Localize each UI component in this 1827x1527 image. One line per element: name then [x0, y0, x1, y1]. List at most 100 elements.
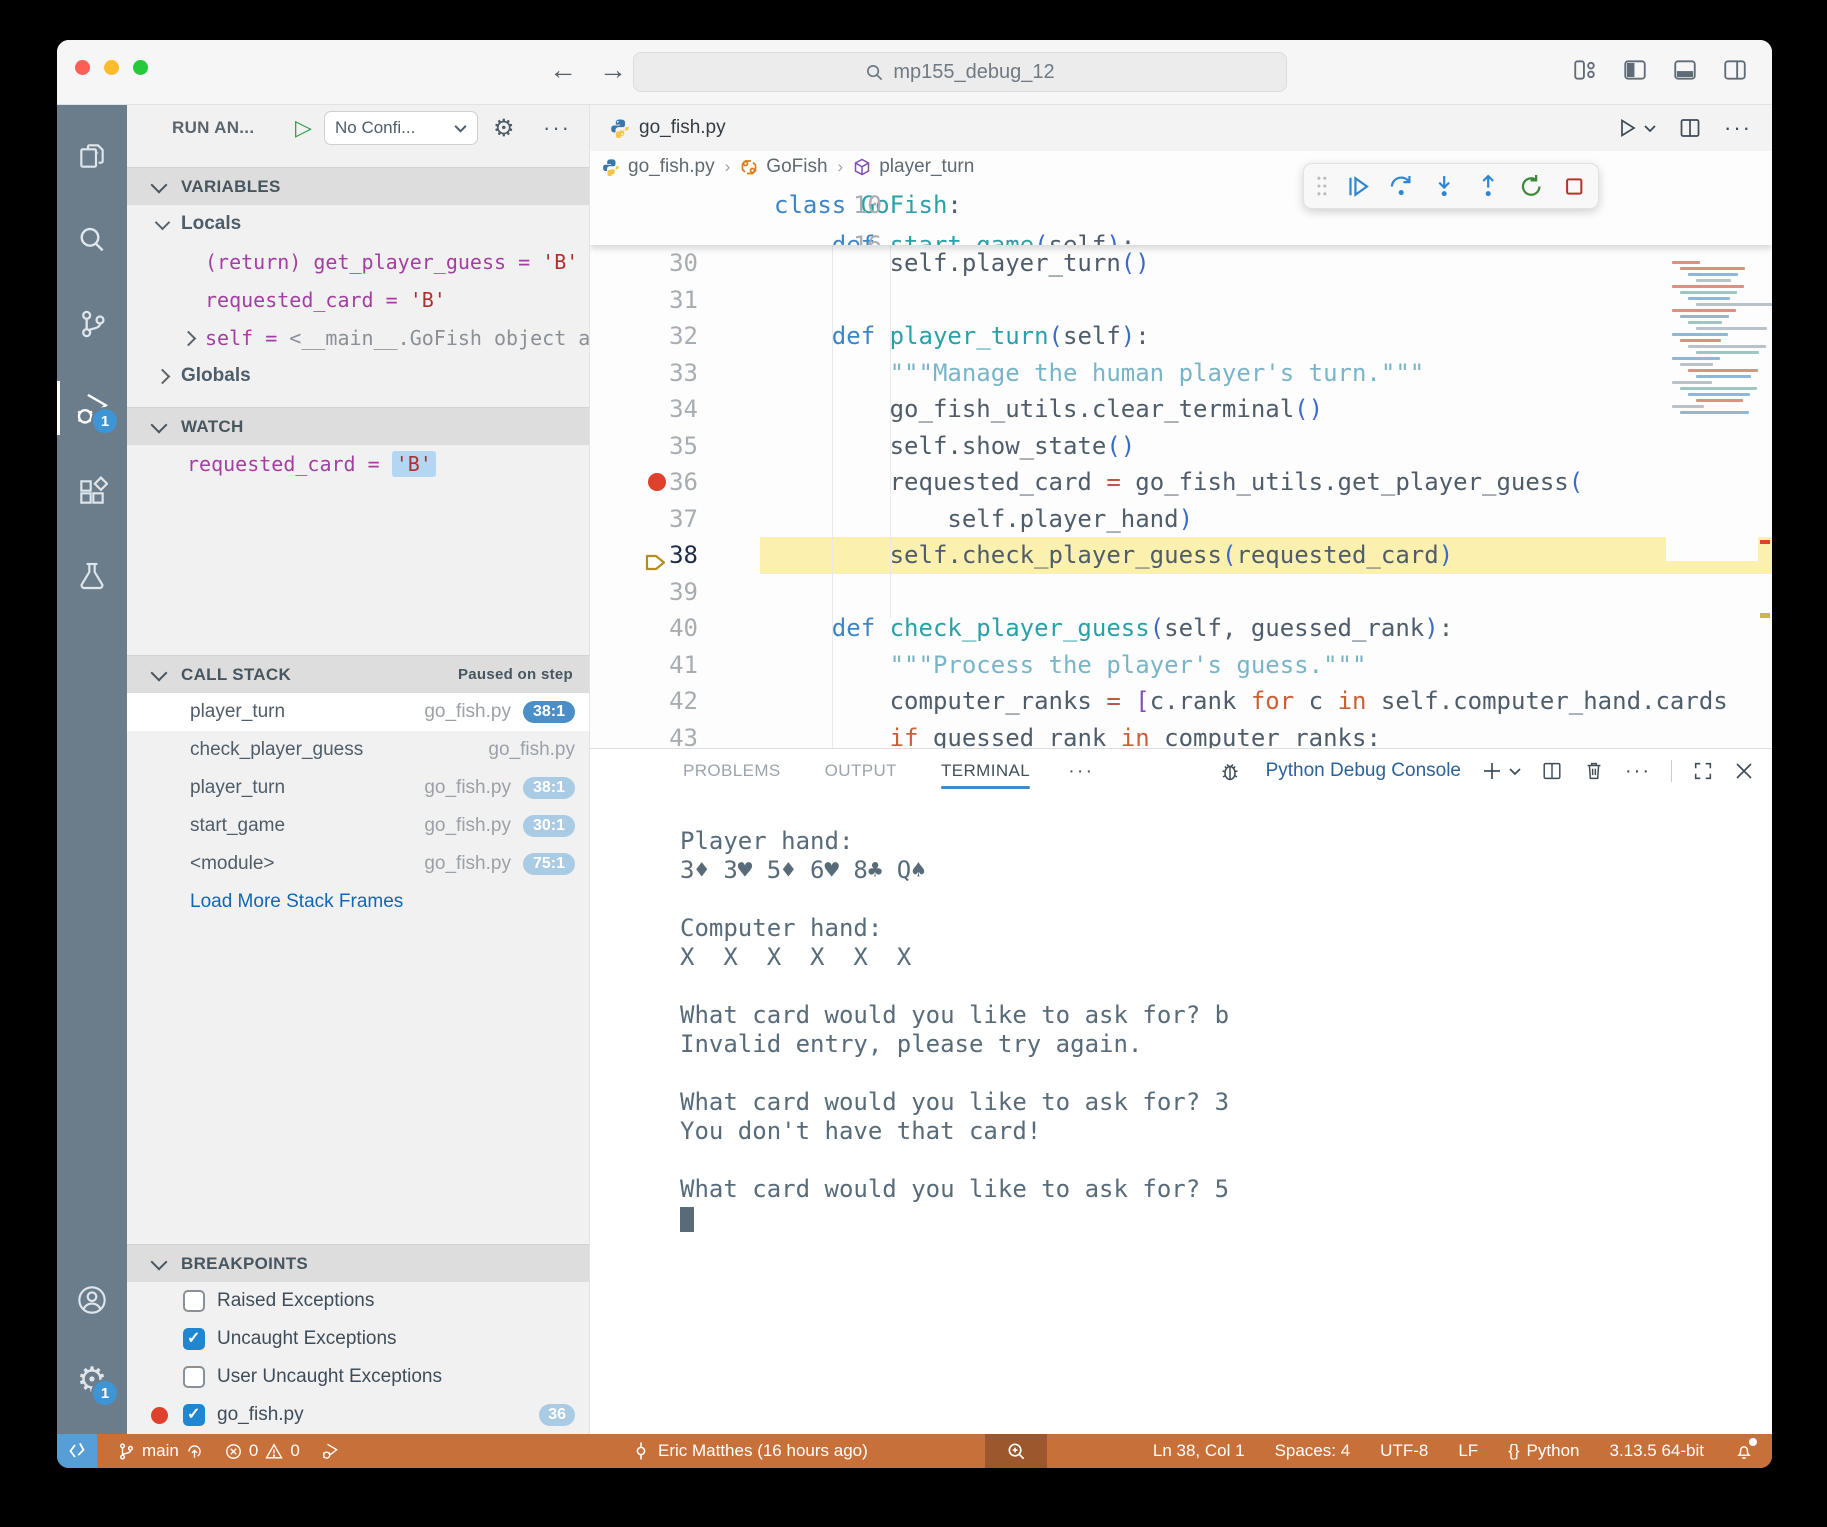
callstack-frame-row[interactable]: <module> go_fish.py 75:1 [127, 845, 589, 883]
code-line[interactable]: 41 """Process the player's guess.""" [590, 647, 1772, 684]
breakpoint-checkbox[interactable] [183, 1404, 205, 1426]
code-line[interactable]: 37 self.player_hand) [590, 501, 1772, 538]
zoom-window-button[interactable] [133, 60, 148, 75]
line-number[interactable]: 30 [590, 245, 698, 282]
line-number[interactable]: 32 [590, 318, 698, 355]
panel-more-tabs-icon[interactable]: ··· [1068, 760, 1094, 783]
callstack-frame-row[interactable]: player_turn go_fish.py 38:1 [127, 693, 589, 731]
line-number[interactable]: 16 [774, 227, 882, 245]
panel-tab-terminal[interactable]: TERMINAL [940, 749, 1031, 793]
toggle-primary-sidebar-icon[interactable] [1622, 57, 1648, 83]
code-line[interactable]: 42 computer_ranks = [c.rank for c in sel… [590, 683, 1772, 720]
breakpoint-checkbox[interactable] [183, 1290, 205, 1312]
notifications-bell-icon[interactable] [1734, 1438, 1757, 1461]
line-number[interactable]: 43 [590, 720, 698, 749]
variable-row[interactable]: (return) get_player_guess = 'B' [127, 243, 589, 281]
language-mode[interactable]: {} Python [1508, 1441, 1579, 1461]
line-number[interactable]: 36 [590, 464, 698, 501]
kill-terminal-trash-icon[interactable] [1583, 760, 1605, 782]
line-number[interactable]: 31 [590, 282, 698, 319]
zoom-status-chip[interactable] [985, 1434, 1047, 1468]
debug-settings-gear-icon[interactable]: ⚙ [493, 114, 515, 142]
search-sidebar-icon[interactable] [57, 205, 127, 275]
code-line[interactable]: 30 self.player_turn() [590, 245, 1772, 282]
run-and-debug-icon[interactable]: 1 [57, 373, 127, 443]
code-line[interactable]: 43 if guessed_rank in computer_ranks: [590, 720, 1772, 749]
line-number[interactable]: 10 [774, 183, 882, 227]
accounts-icon[interactable] [57, 1265, 127, 1335]
step-out-icon[interactable] [1475, 173, 1501, 200]
restart-icon[interactable] [1518, 173, 1544, 200]
new-terminal-button[interactable] [1481, 760, 1521, 782]
callstack-section-header[interactable]: CALL STACK Paused on step [127, 655, 589, 693]
watch-section-header[interactable]: WATCH [127, 407, 589, 445]
code-line[interactable]: 10 class GoFish: [774, 183, 1772, 227]
globals-scope-row[interactable]: Globals [127, 357, 589, 395]
close-window-button[interactable] [75, 60, 90, 75]
line-number[interactable]: 33 [590, 355, 698, 392]
code-line[interactable]: 36 requested_card = go_fish_utils.get_pl… [590, 464, 1772, 501]
code-line[interactable]: 35 self.show_state() [590, 428, 1772, 465]
run-python-file-button[interactable] [1615, 116, 1656, 140]
line-number[interactable]: 39 [590, 574, 698, 611]
panel-tab-problems[interactable]: PROBLEMS [683, 749, 781, 793]
branch-indicator[interactable]: main [117, 1441, 204, 1461]
load-more-stack-frames-link[interactable]: Load More Stack Frames [190, 891, 403, 913]
variable-row[interactable]: self = <__main__.GoFish object a… [127, 319, 589, 357]
encoding-setting[interactable]: UTF-8 [1380, 1441, 1428, 1461]
step-over-icon[interactable] [1388, 173, 1414, 200]
breadcrumb-file[interactable]: go_fish.py [628, 156, 715, 178]
code-line[interactable]: 34 go_fish_utils.clear_terminal() [590, 391, 1772, 428]
toggle-secondary-sidebar-icon[interactable] [1722, 57, 1748, 83]
tab-go-fish-py[interactable]: go_fish.py [590, 105, 746, 151]
callstack-frame-row[interactable]: start_game go_fish.py 30:1 [127, 807, 589, 845]
locals-scope-row[interactable]: Locals [127, 205, 589, 243]
debug-config-dropdown[interactable]: No Confi... [324, 111, 478, 145]
line-number[interactable]: 40 [590, 610, 698, 647]
code-line[interactable]: 33 """Manage the human player's turn.""" [590, 355, 1772, 392]
breakpoint-checkbox[interactable] [183, 1328, 205, 1350]
variables-section-header[interactable]: VARIABLES [127, 167, 589, 205]
cursor-position[interactable]: Ln 38, Col 1 [1153, 1441, 1245, 1461]
breakpoint-checkbox[interactable] [183, 1366, 205, 1388]
watch-expression-row[interactable]: requested_card = 'B' [127, 445, 589, 483]
drag-handle-icon[interactable] [1316, 175, 1328, 197]
continue-icon[interactable] [1345, 173, 1371, 200]
terminal-output[interactable]: Player hand: 3♦ 3♥ 5♦ 6♥ 8♣ Q♠ Computer h… [590, 793, 1772, 1434]
code-editor[interactable]: 10 class GoFish: 16 def start_game(self):… [590, 183, 1772, 748]
line-number[interactable]: 41 [590, 647, 698, 684]
minimap[interactable] [1666, 261, 1772, 561]
panel-tab-output[interactable]: OUTPUT [825, 749, 897, 793]
code-line[interactable]: 32 def player_turn(self): [590, 318, 1772, 355]
debug-more-actions-icon[interactable]: ··· [543, 115, 571, 141]
line-number[interactable]: 37 [590, 501, 698, 538]
breakpoint-row[interactable]: Raised Exceptions [127, 1282, 589, 1320]
explorer-icon[interactable] [57, 121, 127, 191]
start-debug-icon[interactable]: ▷ [295, 115, 312, 141]
extensions-icon[interactable] [57, 457, 127, 527]
line-number[interactable]: 38 [590, 537, 698, 574]
close-panel-icon[interactable] [1734, 761, 1754, 781]
code-line[interactable]: 40 def check_player_guess(self, guessed_… [590, 610, 1772, 647]
line-number[interactable]: 34 [590, 391, 698, 428]
callstack-frame-row[interactable]: player_turn go_fish.py 38:1 [127, 769, 589, 807]
minimize-window-button[interactable] [104, 60, 119, 75]
breakpoint-row[interactable]: Uncaught Exceptions [127, 1320, 589, 1358]
python-interpreter[interactable]: 3.13.5 64-bit [1609, 1441, 1704, 1461]
settings-gear-icon[interactable]: ⚙ 1 [57, 1345, 127, 1415]
maximize-panel-icon[interactable] [1692, 760, 1714, 782]
back-arrow-icon[interactable]: ← [549, 54, 577, 86]
breakpoint-row[interactable]: go_fish.py 36 [127, 1396, 589, 1434]
forward-arrow-icon[interactable]: → [599, 54, 627, 86]
eol-setting[interactable]: LF [1458, 1441, 1478, 1461]
split-terminal-icon[interactable] [1541, 760, 1563, 782]
line-number[interactable]: 35 [590, 428, 698, 465]
breadcrumb-method[interactable]: player_turn [879, 156, 974, 178]
remote-indicator[interactable] [57, 1434, 97, 1468]
step-into-icon[interactable] [1431, 173, 1457, 200]
source-control-icon[interactable] [57, 289, 127, 359]
code-line[interactable]: 16 def start_game(self): [774, 227, 1772, 245]
breakpoints-section-header[interactable]: BREAKPOINTS [127, 1244, 589, 1282]
breakpoint-dot-icon[interactable] [648, 473, 666, 491]
debug-console-label[interactable]: Python Debug Console [1266, 760, 1461, 782]
